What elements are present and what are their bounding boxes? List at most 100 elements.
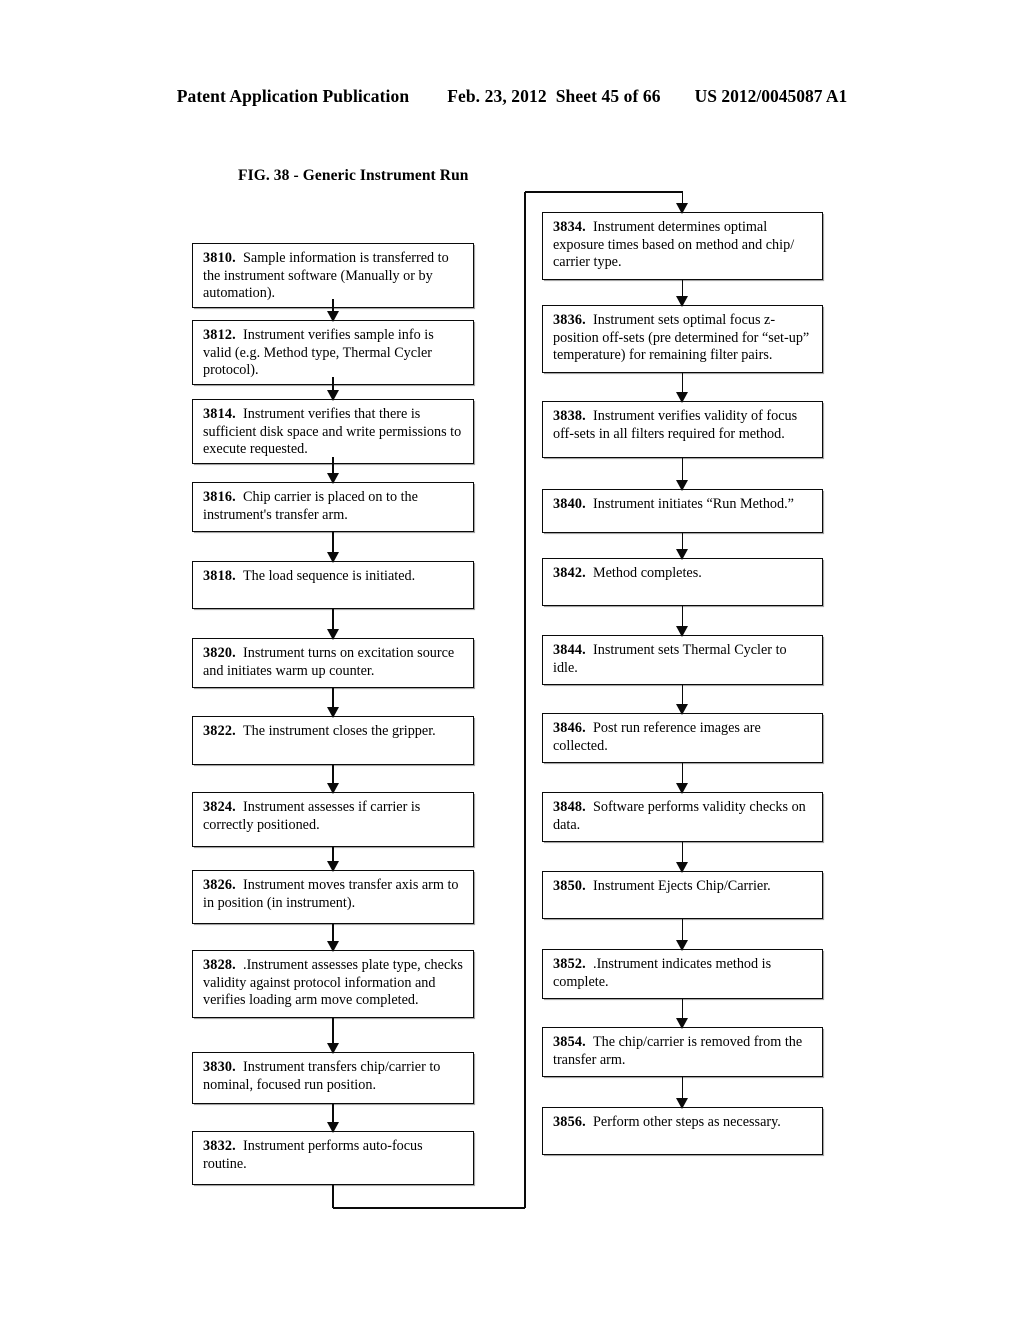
flow-step-3820: 3820. Instrument turns on excitation sou… <box>192 638 474 688</box>
connector-3832-bottom-run <box>333 1207 525 1209</box>
arrowhead-to-3842 <box>676 548 688 560</box>
flow-step-spacer <box>586 642 593 660</box>
flow-step-spacer <box>236 327 243 345</box>
flow-step-number: 3834. <box>553 219 586 235</box>
flow-step-spacer <box>586 1034 593 1052</box>
flow-step-number: 3826. <box>203 877 236 893</box>
flow-step-spacer <box>236 957 243 975</box>
flow-step-number: 3844. <box>553 642 586 658</box>
flow-step-number: 3832. <box>203 1138 236 1154</box>
flow-step-3818: 3818. The load sequence is initiated. <box>192 561 474 609</box>
flow-step-3830: 3830. Instrument transfers chip/carrier … <box>192 1052 474 1104</box>
flow-step-spacer <box>586 219 593 237</box>
arrowhead-to-3814 <box>326 389 339 401</box>
arrowhead-to-3856 <box>676 1097 688 1109</box>
flow-step-number: 3818. <box>203 568 236 584</box>
arrowhead-to-3822 <box>326 706 339 718</box>
flow-step-number: 3852. <box>553 956 586 972</box>
flow-step-3850: 3850. Instrument Ejects Chip/Carrier. <box>542 871 823 919</box>
patent-figure-page: Patent Application Publication Feb. 23, … <box>0 0 1024 1320</box>
arrowhead-to-3852 <box>676 939 688 951</box>
flow-step-3840: 3840. Instrument initiates “Run Method.” <box>542 489 823 533</box>
flow-step-number: 3848. <box>553 799 586 815</box>
arrowhead-to-3824 <box>326 782 339 794</box>
arrowhead-to-3816 <box>326 472 339 484</box>
flow-step-text: The instrument closes the gripper. <box>243 723 436 739</box>
connector-3832-down <box>332 1185 334 1208</box>
flow-step-spacer <box>236 1059 243 1077</box>
header-publication: Patent Application Publication <box>176 86 410 106</box>
arrowhead-to-3830 <box>326 1042 339 1054</box>
flow-step-3814: 3814. Instrument verifies that there is … <box>192 399 474 464</box>
flow-step-spacer <box>236 723 243 741</box>
flow-step-spacer <box>236 1138 243 1156</box>
page-header: Patent Application Publication Feb. 23, … <box>0 86 1024 107</box>
flow-step-number: 3814. <box>203 406 236 422</box>
flow-step-number: 3822. <box>203 723 236 739</box>
flow-step-spacer <box>586 1114 593 1132</box>
arrowhead-to-3838 <box>676 391 688 403</box>
arrowhead-to-3848 <box>676 782 688 794</box>
flow-step-spacer <box>236 799 243 817</box>
flow-step-text: Instrument Ejects Chip/Carrier. <box>593 878 771 894</box>
flow-step-number: 3820. <box>203 645 236 661</box>
flow-step-spacer <box>586 878 593 896</box>
arrowhead-to-3854 <box>676 1017 688 1029</box>
flow-step-number: 3846. <box>553 720 586 736</box>
flow-step-spacer <box>236 877 243 895</box>
flow-step-spacer <box>586 565 593 583</box>
arrowhead-to-3832 <box>326 1121 339 1133</box>
connector-top-run <box>525 191 683 193</box>
flow-step-3856: 3856. Perform other steps as necessary. <box>542 1107 823 1155</box>
flow-step-3838: 3838. Instrument verifies validity of fo… <box>542 401 823 458</box>
flow-step-number: 3840. <box>553 496 586 512</box>
flow-step-3834: 3834. Instrument determines optimal expo… <box>542 212 823 280</box>
flow-step-spacer <box>586 720 593 738</box>
arrowhead-to-3844 <box>676 625 688 637</box>
flow-step-spacer <box>586 408 593 426</box>
flow-step-number: 3824. <box>203 799 236 815</box>
arrowhead-to-3826 <box>326 860 339 872</box>
flow-step-text: Method completes. <box>593 565 702 581</box>
flow-step-number: 3828. <box>203 957 236 973</box>
arrowhead-to-3836 <box>676 295 688 307</box>
flow-step-3844: 3844. Instrument sets Thermal Cycler to … <box>542 635 823 685</box>
flow-step-number: 3850. <box>553 878 586 894</box>
arrowhead-to-3850 <box>676 861 688 873</box>
flow-step-3852: 3852. .Instrument indicates method is co… <box>542 949 823 999</box>
arrowhead-to-3820 <box>326 628 339 640</box>
header-date: Feb. 23, 2012 <box>447 86 547 106</box>
arrowhead-to-3834 <box>676 202 688 214</box>
flow-step-number: 3836. <box>553 312 586 328</box>
flow-step-number: 3856. <box>553 1114 586 1130</box>
arrowhead-to-3828 <box>326 940 339 952</box>
flow-step-spacer <box>236 568 243 586</box>
flow-step-3822: 3822. The instrument closes the gripper. <box>192 716 474 765</box>
flow-step-number: 3838. <box>553 408 586 424</box>
flow-step-spacer <box>586 956 593 974</box>
flow-step-number: 3854. <box>553 1034 586 1050</box>
figure-title: FIG. 38 - Generic Instrument Run <box>238 167 469 184</box>
header-sheet: Sheet 45 of 66 <box>555 86 661 106</box>
flow-step-spacer <box>586 496 593 514</box>
flow-step-3824: 3824. Instrument assesses if carrier is … <box>192 792 474 847</box>
flow-step-3832: 3832. Instrument performs auto-focus rou… <box>192 1131 474 1185</box>
flow-step-spacer <box>236 645 243 663</box>
flow-step-text: Instrument initiates “Run Method.” <box>593 496 794 512</box>
flow-step-spacer <box>586 799 593 817</box>
flow-step-number: 3842. <box>553 565 586 581</box>
flow-step-3854: 3854. The chip/carrier is removed from t… <box>542 1027 823 1077</box>
arrowhead-to-3812 <box>326 310 339 322</box>
flow-step-spacer <box>236 250 243 268</box>
arrowhead-to-3818 <box>326 551 339 563</box>
flow-step-number: 3816. <box>203 489 236 505</box>
flow-step-number: 3812. <box>203 327 236 343</box>
flow-step-3842: 3842. Method completes. <box>542 558 823 606</box>
flow-step-number: 3810. <box>203 250 236 266</box>
flow-step-3812: 3812. Instrument verifies sample info is… <box>192 320 474 385</box>
flow-step-spacer <box>236 406 243 424</box>
flow-step-spacer <box>586 312 593 330</box>
arrowhead-to-3846 <box>676 703 688 715</box>
flow-step-3848: 3848. Software performs validity checks … <box>542 792 823 842</box>
flow-step-spacer <box>236 489 243 507</box>
